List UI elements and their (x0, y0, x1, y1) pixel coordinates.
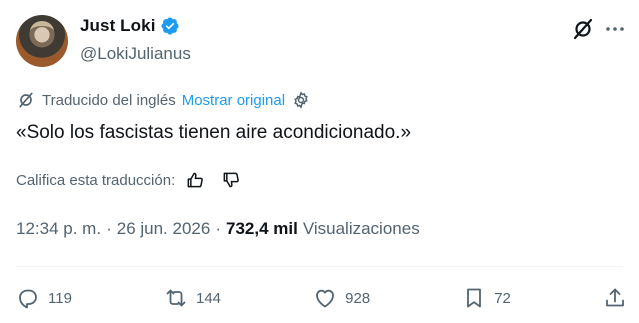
settings-gear-icon[interactable] (291, 90, 311, 110)
rate-translation-label: Califica esta traducción: (16, 171, 176, 189)
thumbs-down-icon[interactable] (221, 170, 241, 190)
tweet-meta: 12:34 p. m. · 26 jun. 2026 · 732,4 mil V… (16, 219, 420, 239)
meta-separator: · (106, 219, 112, 238)
views-label: Visualizaciones (302, 219, 420, 238)
author-handle[interactable]: @LokiJulianus (80, 44, 191, 64)
retweet-button[interactable]: 144 (164, 286, 221, 310)
bookmark-icon (467, 288, 482, 308)
retweet-icon (166, 289, 186, 307)
translation-rating: Califica esta traducción: (16, 170, 241, 190)
author-display-name[interactable]: Just Loki (80, 16, 156, 36)
thumbs-up-icon[interactable] (185, 170, 205, 190)
tweet-date[interactable]: 26 jun. 2026 (117, 219, 211, 239)
reply-button[interactable]: 119 (16, 286, 72, 310)
more-options-icon[interactable] (603, 17, 627, 41)
reply-icon (19, 289, 37, 309)
show-original-link[interactable]: Mostrar original (182, 92, 285, 109)
grok-icon[interactable] (571, 17, 595, 41)
avatar[interactable] (16, 15, 68, 67)
retweet-count: 144 (196, 289, 222, 307)
tweet-actions: 119 144 928 72 (16, 283, 627, 313)
like-button[interactable]: 928 (313, 286, 370, 310)
translated-from-label: Traducido del inglés (42, 91, 176, 109)
bookmark-button[interactable]: 72 (462, 286, 511, 310)
bookmark-count: 72 (494, 289, 511, 307)
meta-separator: · (215, 219, 221, 238)
share-button[interactable] (603, 286, 627, 310)
grok-translate-icon (19, 92, 33, 108)
translation-notice: Traducido del inglés Mostrar original (16, 90, 311, 110)
tweet-time[interactable]: 12:34 p. m. (16, 219, 101, 239)
heart-icon (316, 289, 335, 308)
reply-count: 119 (48, 289, 72, 307)
like-count: 928 (345, 289, 371, 307)
divider (16, 266, 623, 267)
author-name-row: Just Loki (80, 16, 180, 36)
views-count: 732,4 mil (226, 219, 298, 238)
verified-badge-icon (160, 17, 179, 35)
tweet-text: «Solo los fascistas tienen aire acondici… (16, 122, 412, 143)
share-icon (606, 288, 624, 307)
